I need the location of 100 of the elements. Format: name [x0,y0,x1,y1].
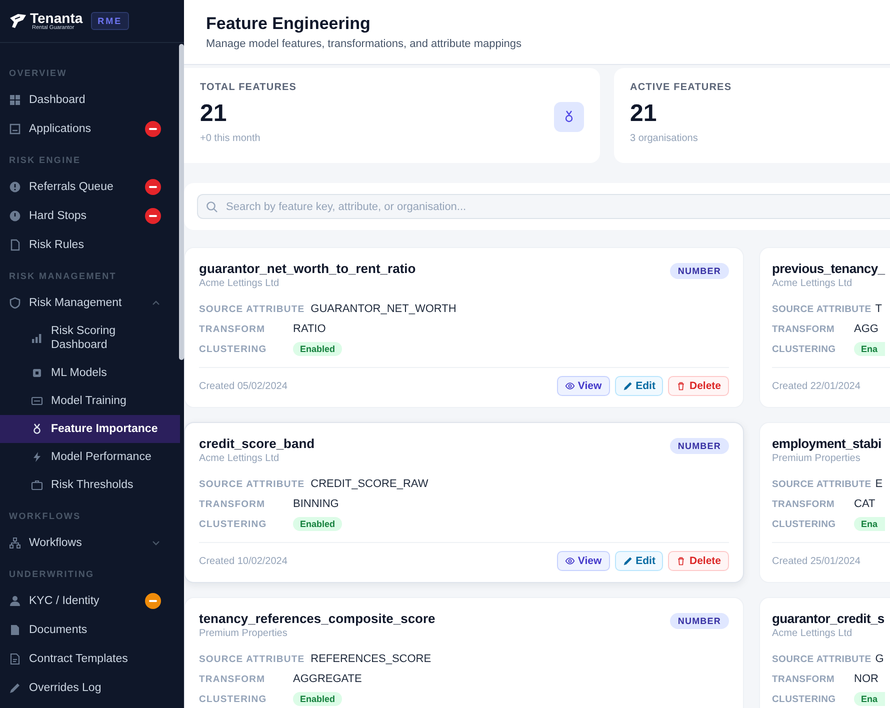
screen-icon [31,395,43,407]
eye-icon [564,556,575,566]
field-label: CLUSTERING [199,694,268,704]
field-value: E [875,478,883,490]
environment-badge: RME [90,12,130,30]
nav-item[interactable]: Documents [0,615,180,644]
nav-item[interactable]: Workflows [0,528,180,557]
field-label: CLUSTERING [772,694,837,704]
field-label: SOURCE ATTRIBUTE [199,478,305,490]
clock-icon [9,210,21,222]
nav-item[interactable]: Risk Management [0,288,180,317]
medal-icon [554,102,584,132]
status-badge: Enabled [293,692,342,706]
bar-chart-icon [31,332,43,344]
created-date: Created 22/01/2024 [772,380,860,392]
form-icon [9,122,21,134]
search-icon [206,201,218,213]
field-value: AGGREGATE [293,673,362,685]
field-value: G [875,653,884,665]
status-badge: Enabled [293,342,342,356]
nav-item[interactable]: Risk Thresholds [0,471,180,499]
type-badge: NUMBER [670,263,729,279]
nav-item[interactable]: Hard Stops [0,201,180,230]
lightning-icon [31,451,43,463]
feature-key: guarantor_credit_s [772,611,884,627]
field-label: TRANSFORM [199,674,266,684]
nav-item[interactable]: ML Models [0,359,180,387]
delete-button[interactable]: Delete [668,376,729,396]
section-label: RISK MANAGEMENT [9,270,118,282]
nav-item[interactable]: Dashboard [0,85,180,114]
nav-item[interactable]: Contract Templates [0,644,180,673]
stat-note: 3 organisations [630,133,699,144]
organisation-name: Premium Properties [199,627,288,641]
field-label: CLUSTERING [772,344,837,354]
field-label: CLUSTERING [199,344,268,354]
section-label: OVERVIEW [9,67,68,79]
nav-item[interactable]: Model Training [0,387,180,415]
nav-item[interactable]: Referrals Queue [0,172,180,201]
field-label: TRANSFORM [199,324,266,334]
organisation-name: Acme Lettings Ltd [772,277,854,291]
created-date: Created 25/01/2024 [772,556,860,566]
field-value: T [875,303,882,315]
nav-item[interactable]: Feature Importance [0,415,180,443]
pencil-icon [622,556,633,566]
page-subtitle: Manage model features, transformations, and attribute mappings [206,38,523,50]
field-label: SOURCE ATTRIBUTE [772,478,872,490]
scrollbar-thumb[interactable] [179,44,184,360]
field-value: CREDIT_SCORE_RAW [310,478,428,490]
feature-key: credit_score_band [199,436,315,452]
search-field[interactable]: Search by feature key, attribute, or organisation... [197,194,890,219]
field-label: CLUSTERING [199,518,268,530]
field-value: NOR [854,673,878,685]
stat-note: +0 this month [200,133,262,144]
file-text-icon [9,652,21,664]
nav-item[interactable]: Risk Scoring Dashboard [0,317,180,359]
created-date: Created 05/02/2024 [199,380,288,392]
status-badge: Ena [854,342,885,356]
feature-key: employment_stabi [772,436,882,452]
logo-icon [9,13,27,29]
shield-icon [9,296,21,308]
stat-label: ACTIVE FEATURES [630,82,733,93]
medal-icon [31,423,43,435]
person-icon [9,594,21,606]
briefcase-icon [31,479,43,491]
document-icon [9,238,21,250]
field-label: SOURCE ATTRIBUTE [772,654,872,664]
eye-icon [564,381,575,391]
edit-button[interactable]: Edit [614,376,664,396]
delete-button[interactable]: Delete [668,551,729,571]
view-button[interactable]: View [556,376,610,396]
field-label: TRANSFORM [772,324,836,334]
field-value: REFERENCES_SCORE [310,653,432,665]
pencil-icon [9,682,21,694]
section-label: WORKFLOWS [9,510,82,522]
feature-key: previous_tenancy_ [772,261,885,277]
field-label: SOURCE ATTRIBUTE [199,304,305,314]
field-value: BINNING [293,498,339,510]
organisation-name: Acme Lettings Ltd [772,627,854,641]
status-badge: Enabled [293,517,342,531]
feature-key: tenancy_references_composite_score [199,611,436,627]
organisation-name: Acme Lettings Ltd [199,452,280,466]
nav-item[interactable]: Model Performance [0,443,180,471]
field-label: TRANSFORM [772,674,836,684]
alert-icon [9,180,21,192]
stat-value: 21 [630,99,657,129]
edit-button[interactable]: Edit [614,551,664,571]
stat-label: TOTAL FEATURES [200,82,298,93]
nav-item[interactable]: Overrides Log [0,673,180,702]
section-label: RISK ENGINE [9,154,82,166]
grid-icon [9,94,21,106]
nav-item[interactable]: Applications [0,114,180,143]
nav-item[interactable]: KYC / Identity [0,586,180,615]
brand-name: Tenanta [30,11,83,25]
stat-value: 21 [200,99,227,129]
type-badge: NUMBER [670,613,729,629]
view-button[interactable]: View [556,551,610,571]
field-label: TRANSFORM [199,498,266,510]
chip-icon [31,367,43,379]
field-label: CLUSTERING [772,518,837,530]
nav-item[interactable]: Risk Rules [0,230,180,259]
